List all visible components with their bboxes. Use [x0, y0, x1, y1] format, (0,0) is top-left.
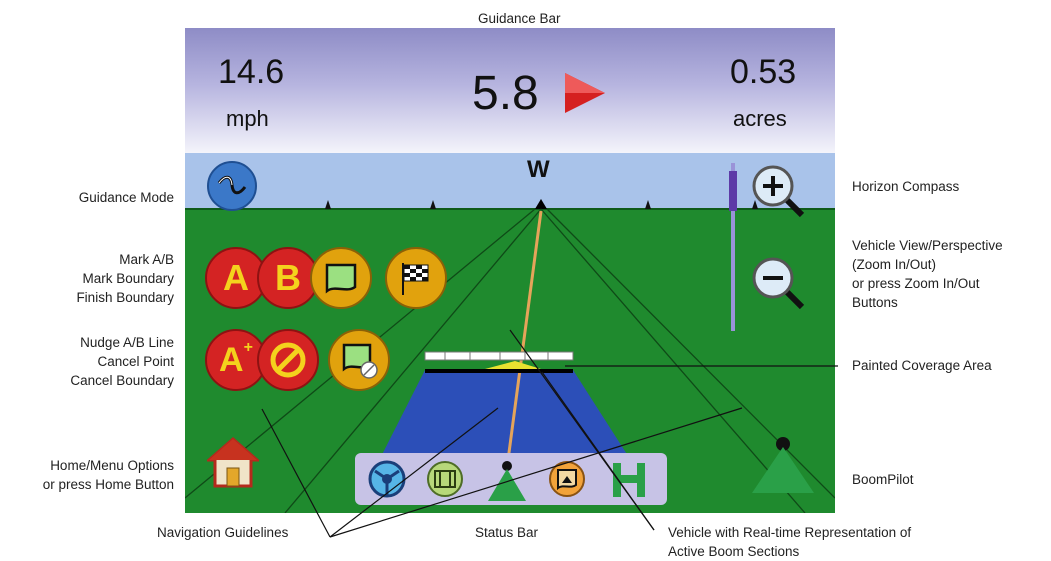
finish-boundary-label: Finish Boundary	[76, 290, 174, 305]
compass-heading: W	[527, 156, 550, 183]
zoom-label: (Zoom In/Out)	[852, 257, 937, 272]
boom-sections-label: Active Boom Sections	[668, 544, 800, 559]
guidance-bar-callout: Guidance Bar	[478, 11, 561, 26]
status-bar-callout: Status Bar	[475, 525, 539, 540]
nudge-ab-line-label: Nudge A/B Line	[80, 335, 174, 350]
steering-wheel-icon[interactable]	[367, 459, 407, 499]
zoom-buttons-label: or press Zoom In/Out	[852, 276, 980, 291]
cancel-icon	[270, 342, 306, 378]
guidance-screen: 14.6 mph 5.8 0.53 acres A B A+ W	[185, 28, 835, 513]
cancel-boundary-label: Cancel Boundary	[70, 373, 174, 388]
boom-sections	[424, 351, 574, 361]
mark-b-label: B	[275, 257, 301, 298]
mark-boundary-button[interactable]	[310, 247, 372, 309]
boompilot-icon	[752, 437, 814, 493]
area-value: 0.53	[730, 53, 797, 91]
speed-unit: mph	[226, 106, 269, 131]
vehicle-view[interactable]: A B A+	[185, 153, 835, 513]
speed-value: 14.6	[218, 53, 285, 91]
cancel-boundary-icon	[342, 343, 378, 379]
offset-value: 5.8	[472, 67, 539, 120]
zoom-in-icon	[752, 165, 805, 218]
home-button[interactable]	[207, 436, 259, 488]
boompilot-button[interactable]	[748, 435, 818, 495]
boom-bar	[425, 369, 573, 373]
sky	[185, 153, 835, 209]
nudge-plus-label: +	[243, 339, 253, 356]
home-callout: Home/Menu Options or press Home Button	[43, 456, 174, 494]
mark-ab-label: Mark A/B	[119, 252, 174, 267]
cancel-boundary-button[interactable]	[328, 329, 390, 391]
cancel-point-label: Cancel Point	[97, 354, 174, 369]
zoom-slider-thumb[interactable]	[729, 171, 737, 211]
home-icon	[207, 437, 259, 488]
nudge-a-label: A	[219, 341, 244, 379]
zoom-out-button[interactable]	[748, 253, 808, 313]
vehicle-view-callout: Vehicle View/Perspective (Zoom In/Out) o…	[852, 236, 1003, 312]
mark-boundary-label: Mark Boundary	[82, 271, 174, 286]
boom-status-icon[interactable]	[607, 457, 651, 501]
horizon-compass-callout: Horizon Compass	[852, 179, 960, 194]
vehicle-callout: Vehicle with Real-time Representation of…	[668, 523, 911, 561]
navigation-guidelines-callout: Navigation Guidelines	[157, 525, 289, 540]
vehicle-view-label: Vehicle View/Perspective	[852, 238, 1003, 253]
steer-right-arrow-icon	[565, 73, 605, 113]
curve-guidance-icon	[217, 175, 247, 195]
mark-buttons-callout: Mark A/B Mark Boundary Finish Boundary	[76, 250, 174, 307]
nudge-buttons-callout: Nudge A/B Line Cancel Point Cancel Bound…	[70, 333, 174, 390]
painted-coverage-callout: Painted Coverage Area	[852, 358, 992, 373]
home-button-label: or press Home Button	[42, 477, 174, 492]
mark-a-label: A	[223, 257, 249, 298]
home-menu-label: Home/Menu Options	[50, 458, 174, 473]
boompilot-callout: BoomPilot	[852, 472, 914, 487]
zoom-in-button[interactable]	[748, 161, 808, 221]
guidance-bar: 14.6 mph 5.8 0.53 acres	[185, 28, 835, 153]
status-bar	[355, 453, 667, 505]
area-unit: acres	[733, 106, 787, 131]
zoom-slider-track[interactable]	[729, 163, 737, 331]
boundary-icon	[325, 263, 357, 294]
cancel-point-button[interactable]	[257, 329, 319, 391]
buttons-label: Buttons	[852, 295, 898, 310]
vehicle-label: Vehicle with Real-time Representation of	[668, 525, 912, 540]
zoom-out-icon	[752, 257, 805, 310]
finish-boundary-button[interactable]	[385, 247, 447, 309]
guidance-mode-button[interactable]	[207, 161, 257, 211]
section-control-icon[interactable]	[484, 457, 530, 503]
gps-status-icon[interactable]	[425, 459, 465, 499]
checkered-flag-icon	[402, 263, 429, 295]
guidance-mode-callout: Guidance Mode	[78, 190, 174, 205]
boundary-status-icon[interactable]	[547, 459, 587, 499]
